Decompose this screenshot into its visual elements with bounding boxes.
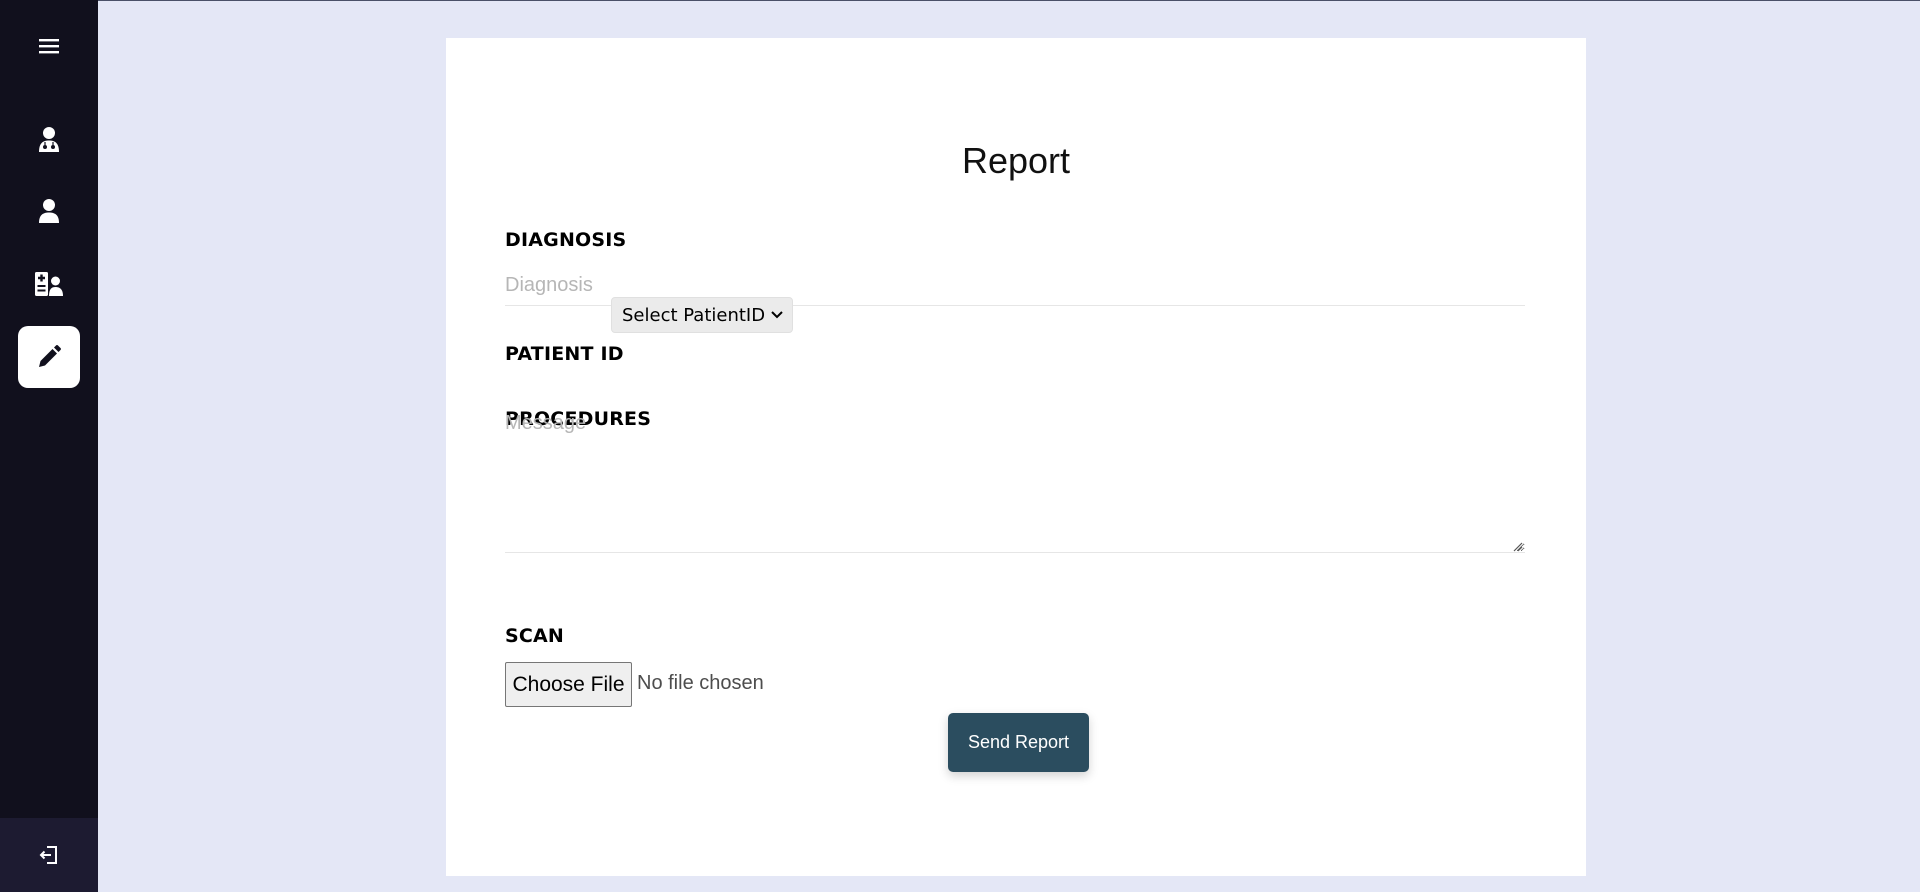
sidebar-item-patients[interactable] xyxy=(18,180,80,242)
menu-button[interactable] xyxy=(18,15,80,77)
patient-id-label: PATIENT ID xyxy=(505,343,624,365)
sidebar-item-records[interactable] xyxy=(18,253,80,315)
file-status-text: No file chosen xyxy=(637,672,764,694)
report-form-card: Report DIAGNOSIS PATIENT ID Select Patie… xyxy=(446,38,1586,876)
sidebar-item-doctors[interactable] xyxy=(18,108,80,170)
logout-icon xyxy=(39,846,57,864)
resize-grip-icon[interactable] xyxy=(1513,542,1523,552)
procedures-textarea[interactable] xyxy=(505,412,1525,553)
scan-label: SCAN xyxy=(505,625,565,647)
logout-button[interactable] xyxy=(0,818,98,892)
window-top-border xyxy=(0,0,1920,1)
user-icon xyxy=(39,199,59,223)
diagnosis-label: DIAGNOSIS xyxy=(505,229,627,251)
chevron-down-icon xyxy=(771,311,783,319)
menu-icon xyxy=(39,39,59,54)
send-report-button[interactable]: Send Report xyxy=(948,713,1089,772)
sidebar-item-report[interactable] xyxy=(18,326,80,388)
sidebar xyxy=(0,0,98,892)
patient-id-select[interactable]: Select PatientID xyxy=(611,297,793,333)
patient-id-selected-value: Select PatientID xyxy=(622,304,766,326)
doctor-icon xyxy=(39,127,59,152)
medical-record-icon xyxy=(35,272,63,296)
pencil-icon xyxy=(39,345,61,367)
choose-file-button[interactable]: Choose File xyxy=(505,662,632,707)
page-title: Report xyxy=(961,140,1071,181)
